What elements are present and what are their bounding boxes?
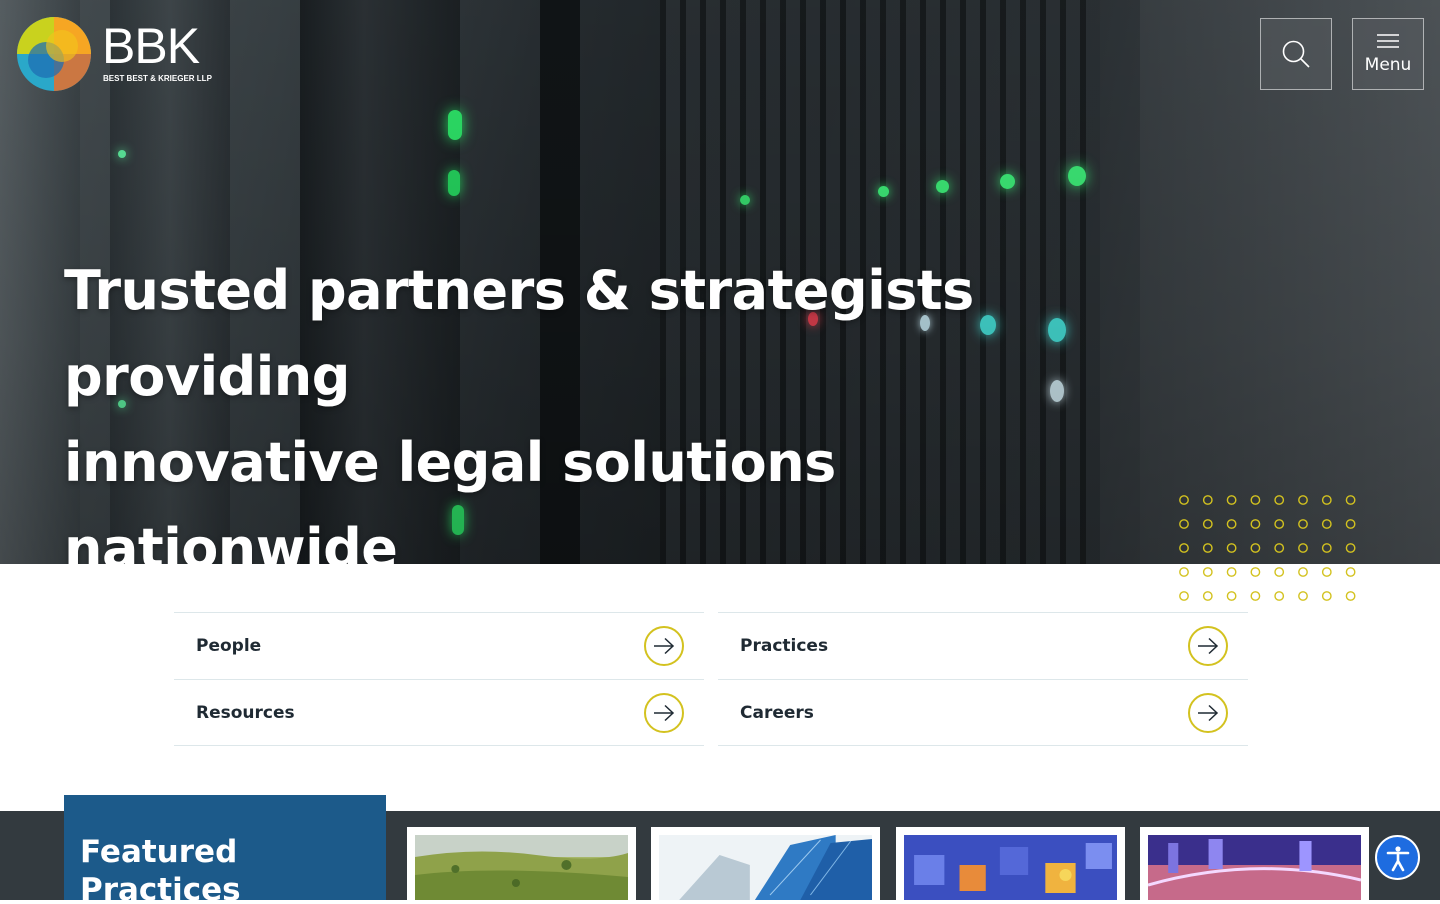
quick-link-label: Practices	[740, 636, 829, 656]
quick-link-practices[interactable]: Practices	[718, 612, 1248, 679]
decorative-dot	[1345, 495, 1356, 505]
logo-mark	[17, 17, 91, 91]
quick-link-label: People	[196, 636, 262, 656]
decorative-dot	[1179, 543, 1189, 553]
decorative-dot	[1250, 543, 1261, 553]
decorative-dot	[1298, 567, 1308, 577]
logo-subtext: BEST BEST & KRIEGER LLP	[103, 74, 212, 83]
featured-title-line-2: Practices	[80, 872, 241, 900]
decorative-dot	[1321, 519, 1332, 529]
quick-link-label: Resources	[196, 702, 295, 723]
bbk-logo[interactable]: BBK BEST BEST & KRIEGER LLP	[16, 16, 216, 92]
featured-card[interactable]	[407, 827, 636, 900]
decorative-dot	[1345, 519, 1356, 529]
decorative-dot	[1298, 543, 1308, 553]
menu-button[interactable]: Menu	[1352, 18, 1424, 90]
decorative-dot	[1345, 543, 1356, 553]
hero-banner: BBK BEST BEST & KRIEGER LLP Menu Trusted…	[0, 0, 1440, 564]
quick-links: People Practices Resources Careers	[174, 612, 1250, 748]
decorative-dot	[1202, 543, 1213, 553]
hamburger-icon	[1377, 34, 1399, 48]
decorative-dot	[1274, 543, 1285, 553]
decorative-dot	[1250, 495, 1261, 505]
quick-link-resources[interactable]: Resources	[174, 679, 704, 746]
decorative-dot	[1298, 519, 1308, 529]
decorative-dot	[1250, 567, 1261, 577]
network-blocks-image	[904, 835, 1117, 900]
decorative-dot	[1202, 519, 1213, 529]
decorative-dot	[1202, 591, 1213, 601]
arrow-right-icon	[1188, 692, 1228, 733]
decorative-dot	[1226, 495, 1237, 505]
featured-title: Featured Practices	[80, 833, 241, 900]
quick-link-careers[interactable]: Careers	[718, 679, 1248, 746]
arrow-right-icon	[1188, 626, 1228, 666]
landscape-image	[415, 835, 628, 900]
decorative-dot	[1321, 591, 1332, 601]
decorative-dot	[1226, 567, 1237, 577]
decorative-dot	[1179, 495, 1189, 505]
logo-text: BBK	[102, 18, 200, 74]
decorative-dot	[1298, 591, 1308, 601]
decorative-dot	[1202, 495, 1213, 505]
decorative-dot	[1345, 591, 1356, 601]
decorative-dot	[1321, 567, 1332, 577]
decorative-dot	[1250, 519, 1261, 529]
digital-city-image	[1147, 835, 1362, 900]
decorative-dot	[1226, 543, 1237, 553]
quick-link-label: Careers	[740, 702, 814, 723]
featured-title-line-1: Featured	[80, 834, 238, 870]
decorative-dot	[1202, 567, 1213, 577]
featured-card[interactable]	[651, 827, 880, 900]
decorative-dot	[1274, 519, 1285, 529]
decorative-dot	[1250, 591, 1261, 601]
hero-headline: Trusted partners & strategists providing…	[64, 248, 1184, 564]
decorative-dot	[1179, 519, 1189, 529]
decorative-dot	[1321, 495, 1332, 505]
decorative-dot	[1274, 495, 1285, 505]
arrow-right-icon	[644, 692, 684, 733]
quick-link-people[interactable]: People	[174, 612, 704, 679]
headline-line-2: innovative legal solutions nationwide	[64, 431, 836, 564]
decorative-dot	[1298, 495, 1308, 505]
search-icon	[1282, 40, 1310, 68]
search-button[interactable]	[1260, 18, 1332, 90]
accessibility-button[interactable]	[1375, 835, 1420, 880]
decorative-dot	[1321, 543, 1332, 553]
menu-label: Menu	[1364, 55, 1412, 75]
decorative-dot	[1274, 567, 1285, 577]
headline-line-1: Trusted partners & strategists providing	[64, 259, 974, 408]
accessibility-icon	[1386, 845, 1409, 871]
skyscrapers-image	[659, 835, 872, 900]
decorative-dot-grid	[1179, 495, 1356, 601]
decorative-dot	[1345, 567, 1356, 577]
featured-card[interactable]	[896, 827, 1125, 900]
featured-card[interactable]	[1140, 827, 1369, 900]
decorative-dot	[1226, 591, 1237, 601]
decorative-dot	[1179, 591, 1189, 601]
featured-title-box: Featured Practices	[64, 795, 386, 900]
decorative-dot	[1274, 591, 1285, 601]
decorative-dot	[1226, 519, 1237, 529]
arrow-right-icon	[644, 626, 684, 666]
decorative-dot	[1179, 567, 1189, 577]
